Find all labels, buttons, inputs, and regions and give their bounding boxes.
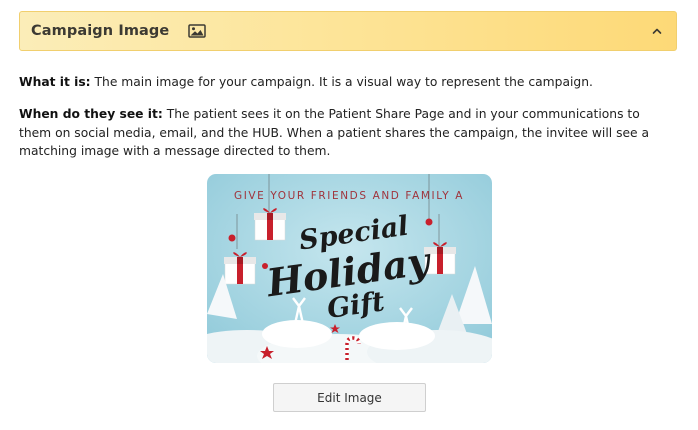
chevron-up-icon[interactable]	[650, 24, 664, 38]
what-it-is-text: The main image for your campaign. It is …	[90, 75, 593, 89]
gift-box-icon	[224, 252, 256, 285]
edit-image-button[interactable]: Edit Image	[273, 383, 426, 412]
what-it-is-paragraph: What it is: The main image for your camp…	[19, 73, 669, 92]
image-icon	[188, 24, 207, 38]
section-title: Campaign Image	[31, 23, 170, 39]
what-it-is-label: What it is:	[19, 75, 91, 89]
campaign-image-panel: Campaign Image What it is: The main imag…	[0, 0, 698, 430]
campaign-image-art: GIVE YOUR FRIENDS AND FAMILY A Special H…	[207, 174, 492, 363]
when-seen-paragraph: When do they see it: The patient sees it…	[19, 105, 669, 161]
gift-box-icon	[254, 208, 286, 241]
campaign-image: GIVE YOUR FRIENDS AND FAMILY A Special H…	[207, 174, 492, 363]
campaign-image-top-text: GIVE YOUR FRIENDS AND FAMILY A	[234, 190, 464, 202]
when-seen-label: When do they see it:	[19, 107, 163, 121]
campaign-image-accordion-header[interactable]: Campaign Image	[19, 11, 677, 51]
